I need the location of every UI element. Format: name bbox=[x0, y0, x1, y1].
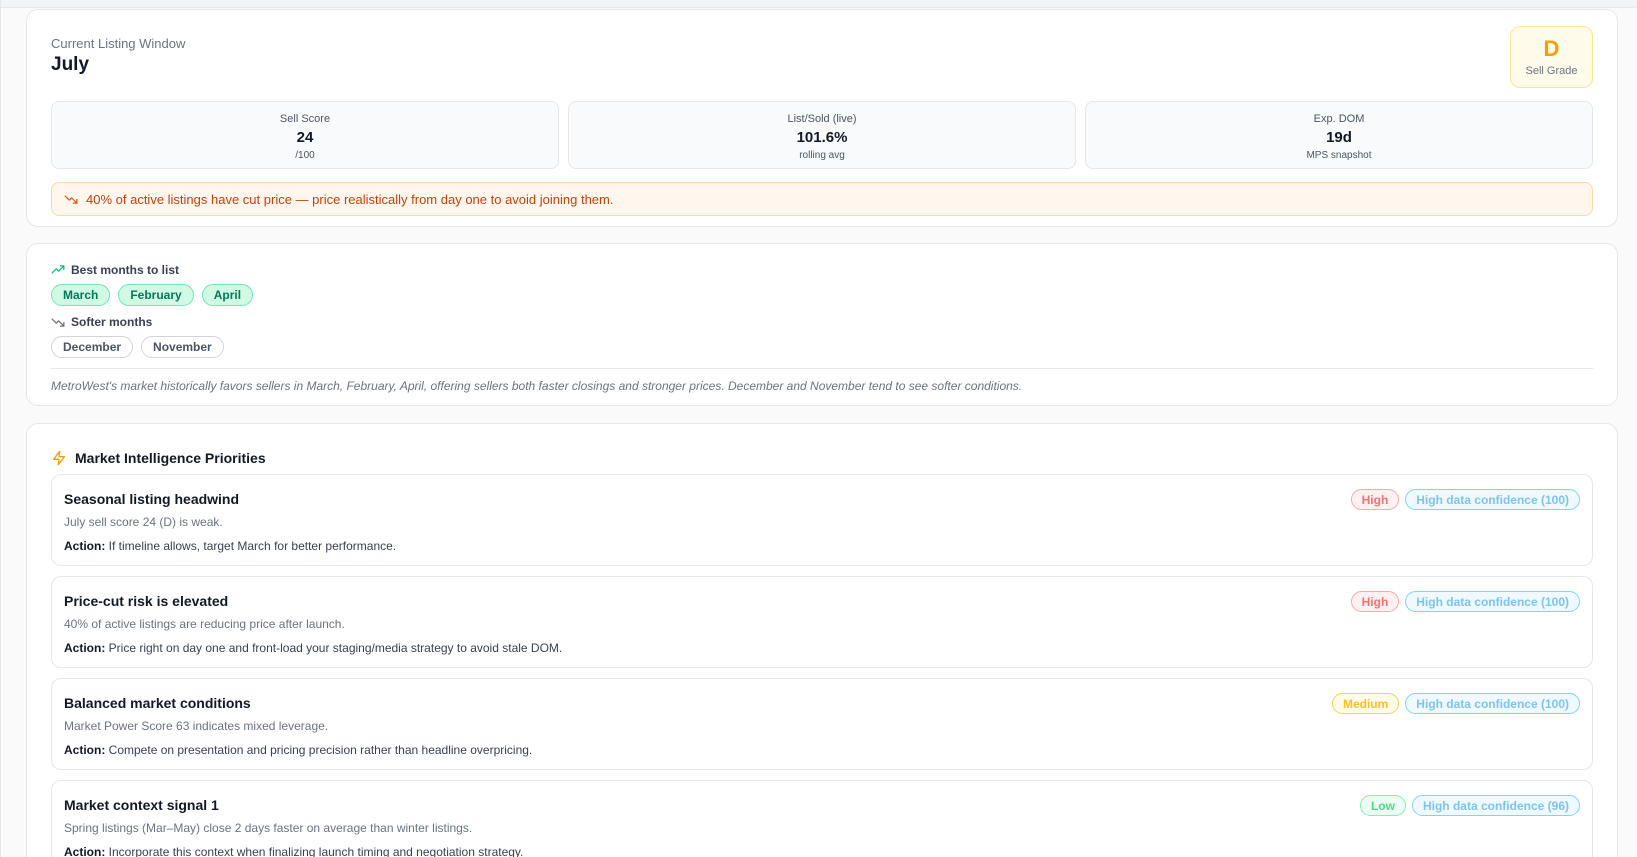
action-text: Incorporate this context when finalizing… bbox=[108, 845, 524, 857]
lightning-icon bbox=[53, 450, 65, 466]
alert-text: 40% of active listings have cut price — … bbox=[86, 191, 614, 207]
stat-label: List/Sold (live) bbox=[787, 113, 857, 125]
priority-title: Price-cut risk is elevated bbox=[64, 593, 229, 609]
priorities-heading: Market Intelligence Priorities bbox=[51, 450, 266, 466]
priority-item: Balanced market conditions Market Power … bbox=[51, 678, 1593, 770]
priority-badge: Medium bbox=[1331, 693, 1400, 714]
stat-exp-dom: Exp. DOM 19d MPS snapshot bbox=[1085, 101, 1593, 169]
listing-window-month: July bbox=[51, 54, 90, 75]
price-cut-alert: 40% of active listings have cut price — … bbox=[51, 182, 1593, 216]
stat-value: 101.6% bbox=[796, 129, 848, 146]
priorities-card: Market Intelligence Priorities Seasonal … bbox=[26, 423, 1618, 857]
priority-item: Seasonal listing headwind July sell scor… bbox=[51, 474, 1593, 566]
stat-value: 19d bbox=[1326, 129, 1352, 146]
stat-sell-score: Sell Score 24 /100 bbox=[51, 101, 559, 169]
confidence-badge: High data confidence (96) bbox=[1411, 795, 1580, 816]
trending-down-icon bbox=[51, 318, 65, 327]
top-strip bbox=[0, 0, 1637, 8]
trending-up-icon bbox=[51, 265, 65, 274]
listing-window-label: Current Listing Window bbox=[51, 36, 186, 51]
best-months-chips: March February April bbox=[51, 284, 254, 306]
priority-description: Spring listings (Mar–May) close 2 days f… bbox=[64, 821, 473, 835]
action-prefix: Action: bbox=[64, 743, 106, 757]
priority-item: Price-cut risk is elevated 40% of active… bbox=[51, 576, 1593, 668]
confidence-badge: High data confidence (100) bbox=[1405, 591, 1580, 612]
month-chip: April bbox=[201, 284, 254, 306]
confidence-badge: High data confidence (100) bbox=[1405, 693, 1580, 714]
stats-row: Sell Score 24 /100 List/Sold (live) 101.… bbox=[51, 101, 1593, 169]
priority-action: Action: Price right on day one and front… bbox=[64, 641, 562, 655]
seasonal-card: Best months to list March February April… bbox=[26, 243, 1618, 406]
priority-description: Market Power Score 63 indicates mixed le… bbox=[64, 719, 329, 733]
trending-down-icon bbox=[64, 195, 78, 204]
action-text: If timeline allows, target March for bet… bbox=[108, 539, 397, 553]
priority-title: Seasonal listing headwind bbox=[64, 491, 240, 507]
priority-title: Market context signal 1 bbox=[64, 797, 219, 813]
action-prefix: Action: bbox=[64, 641, 106, 655]
action-prefix: Action: bbox=[64, 539, 106, 553]
priority-badge: High bbox=[1350, 489, 1400, 510]
stat-sub: MPS snapshot bbox=[1306, 150, 1372, 161]
priority-badge: Low bbox=[1359, 795, 1406, 816]
priority-description: July sell score 24 (D) is weak. bbox=[64, 515, 223, 529]
sell-grade-letter: D bbox=[1543, 36, 1560, 61]
priority-badge: High bbox=[1350, 591, 1400, 612]
seasonal-note: MetroWest's market historically favors s… bbox=[51, 379, 1023, 393]
priority-title: Balanced market conditions bbox=[64, 695, 251, 711]
priority-item: Market context signal 1 Spring listings … bbox=[51, 780, 1593, 857]
stat-list-sold: List/Sold (live) 101.6% rolling avg bbox=[568, 101, 1076, 169]
priority-badges: High High data confidence (100) bbox=[1350, 591, 1580, 612]
priority-badges: Medium High data confidence (100) bbox=[1331, 693, 1580, 714]
priority-badges: Low High data confidence (96) bbox=[1359, 795, 1580, 816]
month-chip: December bbox=[51, 336, 134, 358]
month-chip: November bbox=[141, 336, 224, 358]
stat-sub: /100 bbox=[295, 150, 315, 161]
sell-grade-caption: Sell Grade bbox=[1525, 65, 1578, 77]
softer-months-heading-text: Softer months bbox=[71, 315, 153, 329]
listing-window-card: Current Listing Window July D Sell Grade… bbox=[26, 9, 1618, 227]
sell-grade-badge: D Sell Grade bbox=[1510, 26, 1593, 88]
confidence-badge: High data confidence (100) bbox=[1405, 489, 1580, 510]
softer-months-chips: December November bbox=[51, 336, 224, 358]
best-months-heading-text: Best months to list bbox=[71, 263, 180, 277]
action-text: Compete on presentation and pricing prec… bbox=[108, 743, 533, 757]
best-months-heading: Best months to list bbox=[51, 263, 179, 277]
stat-value: 24 bbox=[296, 129, 314, 146]
month-chip: February bbox=[118, 284, 194, 306]
month-chip: March bbox=[51, 284, 111, 306]
priority-action: Action: Incorporate this context when fi… bbox=[64, 845, 523, 857]
stat-label: Sell Score bbox=[279, 113, 331, 125]
priority-description: 40% of active listings are reducing pric… bbox=[64, 617, 345, 631]
priority-action: Action: If timeline allows, target March… bbox=[64, 539, 396, 553]
softer-months-heading: Softer months bbox=[51, 315, 152, 329]
stat-sub: rolling avg bbox=[799, 150, 845, 161]
left-rail bbox=[0, 0, 1, 857]
priority-action: Action: Compete on presentation and pric… bbox=[64, 743, 532, 757]
stat-label: Exp. DOM bbox=[1313, 113, 1365, 125]
priority-badges: High High data confidence (100) bbox=[1350, 489, 1580, 510]
action-prefix: Action: bbox=[64, 845, 106, 857]
divider bbox=[51, 368, 1593, 369]
action-text: Price right on day one and front-load yo… bbox=[108, 641, 563, 655]
priorities-heading-text: Market Intelligence Priorities bbox=[75, 450, 266, 466]
